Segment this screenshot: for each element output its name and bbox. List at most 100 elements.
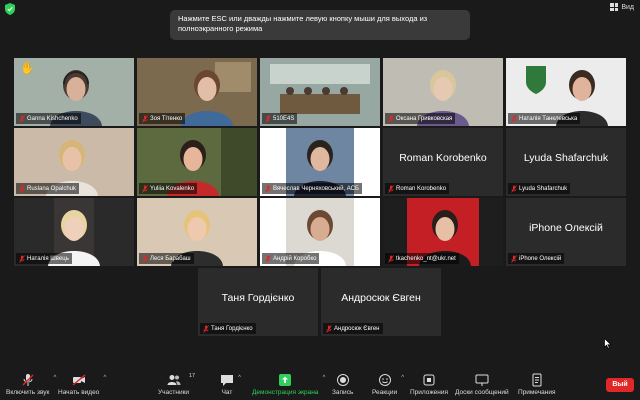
chevron-up-icon[interactable]: ^ (401, 375, 404, 381)
participant-display-name: iPhone Олексій (529, 222, 603, 234)
mic-muted-icon (388, 115, 394, 123)
participant-name-label: Наталія Танклевська (508, 113, 581, 124)
mic-muted-icon (326, 325, 332, 333)
participant-name-label: iPhone Олексій (508, 253, 565, 264)
participant-name-label: 510Е4S (262, 113, 298, 124)
record-label: Запись (332, 389, 354, 396)
participant-display-name: Lyuda Shafarchuk (523, 152, 609, 164)
chat-icon (221, 375, 233, 386)
participant-tile[interactable]: Зоя Тітенко (137, 58, 257, 126)
record-icon (336, 374, 349, 386)
chevron-up-icon[interactable]: ^ (323, 375, 326, 381)
participant-name-label: Yuliia Kovalenko (139, 183, 198, 194)
participant-name-label: Андросюк Євген (323, 323, 383, 334)
reactions-icon (378, 374, 391, 386)
participant-name: Зоя Тітенко (150, 115, 183, 122)
notes-button[interactable]: Примечания (518, 373, 556, 396)
participant-name-label: Lyuda Shafarchuk (508, 183, 571, 194)
participants-label: Участники (158, 389, 190, 396)
apps-label: Приложения (410, 389, 449, 396)
start-video-button[interactable]: Начать видео ^ (58, 373, 106, 396)
participant-name: Андрій Коробко (273, 255, 317, 262)
participant-tile[interactable]: Наталія Танклевська (506, 58, 626, 126)
fullscreen-exit-hint: Нажмите ESC или дважды нажмите левую кно… (170, 10, 470, 40)
notes-label: Примечания (518, 389, 556, 396)
mic-muted-icon (142, 185, 148, 193)
view-button[interactable]: Вид (610, 3, 634, 11)
participant-tile[interactable]: Андрій Коробко (260, 198, 380, 266)
participant-name: Lyuda Shafarchuk (519, 185, 568, 192)
participant-name: Андросюк Євген (334, 325, 380, 332)
participant-name-label: Таня Гордієнко (200, 323, 256, 334)
reactions-label: Реакции (372, 389, 398, 396)
participant-tile[interactable]: ✋ Ganna Kishchenko (14, 58, 134, 126)
gallery-view: ✋ Ganna Kishchenko Зоя Тітенко 510Е4S Оксана… (0, 44, 640, 370)
mic-muted-icon (22, 374, 34, 386)
participant-name-label: Ruslana Opalchuk (16, 183, 80, 194)
record-button[interactable]: Запись (332, 373, 353, 396)
participant-tile[interactable]: Таня Гордієнко Таня Гордієнко (198, 268, 318, 336)
mic-muted-icon (265, 115, 271, 123)
participant-name-label: Вячеслав Черняховський, АСБ (262, 183, 362, 194)
whiteboards-button[interactable]: Доски сообщений (455, 373, 509, 396)
reactions-button[interactable]: Реакции ^ (372, 373, 404, 396)
participant-tile[interactable]: Андросюк Євген Андросюк Євген (321, 268, 441, 336)
apps-icon (423, 374, 435, 386)
participant-tile[interactable]: Yuliia Kovalenko (137, 128, 257, 196)
mic-muted-icon (511, 255, 517, 263)
apps-button[interactable]: Приложения (410, 373, 448, 396)
whiteboard-icon (475, 374, 489, 386)
chevron-up-icon[interactable]: ^ (238, 375, 241, 381)
view-label: Вид (621, 3, 634, 11)
participants-count: 17 (188, 373, 196, 379)
participant-tile[interactable]: iPhone Олексій iPhone Олексій (506, 198, 626, 266)
mouse-cursor-icon (604, 338, 612, 349)
participant-tile[interactable]: Вячеслав Черняховський, АСБ (260, 128, 380, 196)
mic-muted-icon (19, 185, 25, 193)
mic-muted-icon (142, 255, 148, 263)
participant-name-label: Ganna Kishchenko (16, 113, 81, 124)
video-off-icon (72, 374, 86, 386)
participant-name: Ruslana Opalchuk (27, 185, 77, 192)
participant-name-label: tkachenko_nt@ukr.net (385, 253, 459, 264)
participant-tile[interactable]: tkachenko_nt@ukr.net (383, 198, 503, 266)
raised-hand-icon: ✋ (20, 61, 35, 75)
encryption-shield-icon[interactable] (5, 3, 15, 15)
unmute-button[interactable]: Включить звук ^ (6, 373, 56, 396)
unmute-label: Включить звук (6, 389, 50, 396)
mic-muted-icon (19, 115, 25, 123)
participant-name-label: Леся Барабаш (139, 253, 194, 264)
exit-meeting-button[interactable]: Вый (606, 378, 634, 392)
participant-name-label: Наталія Швець (16, 253, 72, 264)
mic-muted-icon (265, 185, 271, 193)
participant-display-name: Roman Korobenko (399, 152, 487, 164)
chat-button[interactable]: Чат ^ (220, 373, 241, 396)
participant-display-name: Таня Гордієнко (221, 292, 295, 304)
grid-view-icon (610, 3, 619, 11)
mic-muted-icon (19, 255, 25, 263)
share-screen-label: Демонстрация экрана (252, 389, 319, 396)
participant-name-label: Оксана Гривковская (385, 113, 456, 124)
participant-name: Наталія Танклевська (519, 115, 578, 122)
participant-tile[interactable]: Ruslana Opalchuk (14, 128, 134, 196)
mic-muted-icon (142, 115, 148, 123)
participants-button[interactable]: Участники 17 (158, 373, 195, 396)
participant-name: Ganna Kishchenko (27, 115, 78, 122)
whiteboards-label: Доски сообщений (455, 389, 509, 396)
share-screen-button[interactable]: Демонстрация экрана ^ (252, 373, 325, 396)
participant-tile[interactable]: Lyuda Shafarchuk Lyuda Shafarchuk (506, 128, 626, 196)
chevron-up-icon[interactable]: ^ (103, 375, 106, 381)
participants-icon (167, 375, 181, 385)
participant-name: Наталія Швець (27, 255, 69, 262)
chevron-up-icon[interactable]: ^ (54, 375, 57, 381)
participant-name-label: Зоя Тітенко (139, 113, 186, 124)
participant-tile[interactable]: 510Е4S (260, 58, 380, 126)
participant-name: Roman Korobenko (396, 185, 447, 192)
participant-tile[interactable]: Оксана Гривковская (383, 58, 503, 126)
participant-tile[interactable]: Roman Korobenko Roman Korobenko (383, 128, 503, 196)
participant-tile[interactable]: Наталія Швець (14, 198, 134, 266)
participant-name: Оксана Гривковская (396, 115, 453, 122)
share-screen-icon (279, 374, 292, 386)
mic-muted-icon (203, 325, 209, 333)
participant-tile[interactable]: Леся Барабаш (137, 198, 257, 266)
